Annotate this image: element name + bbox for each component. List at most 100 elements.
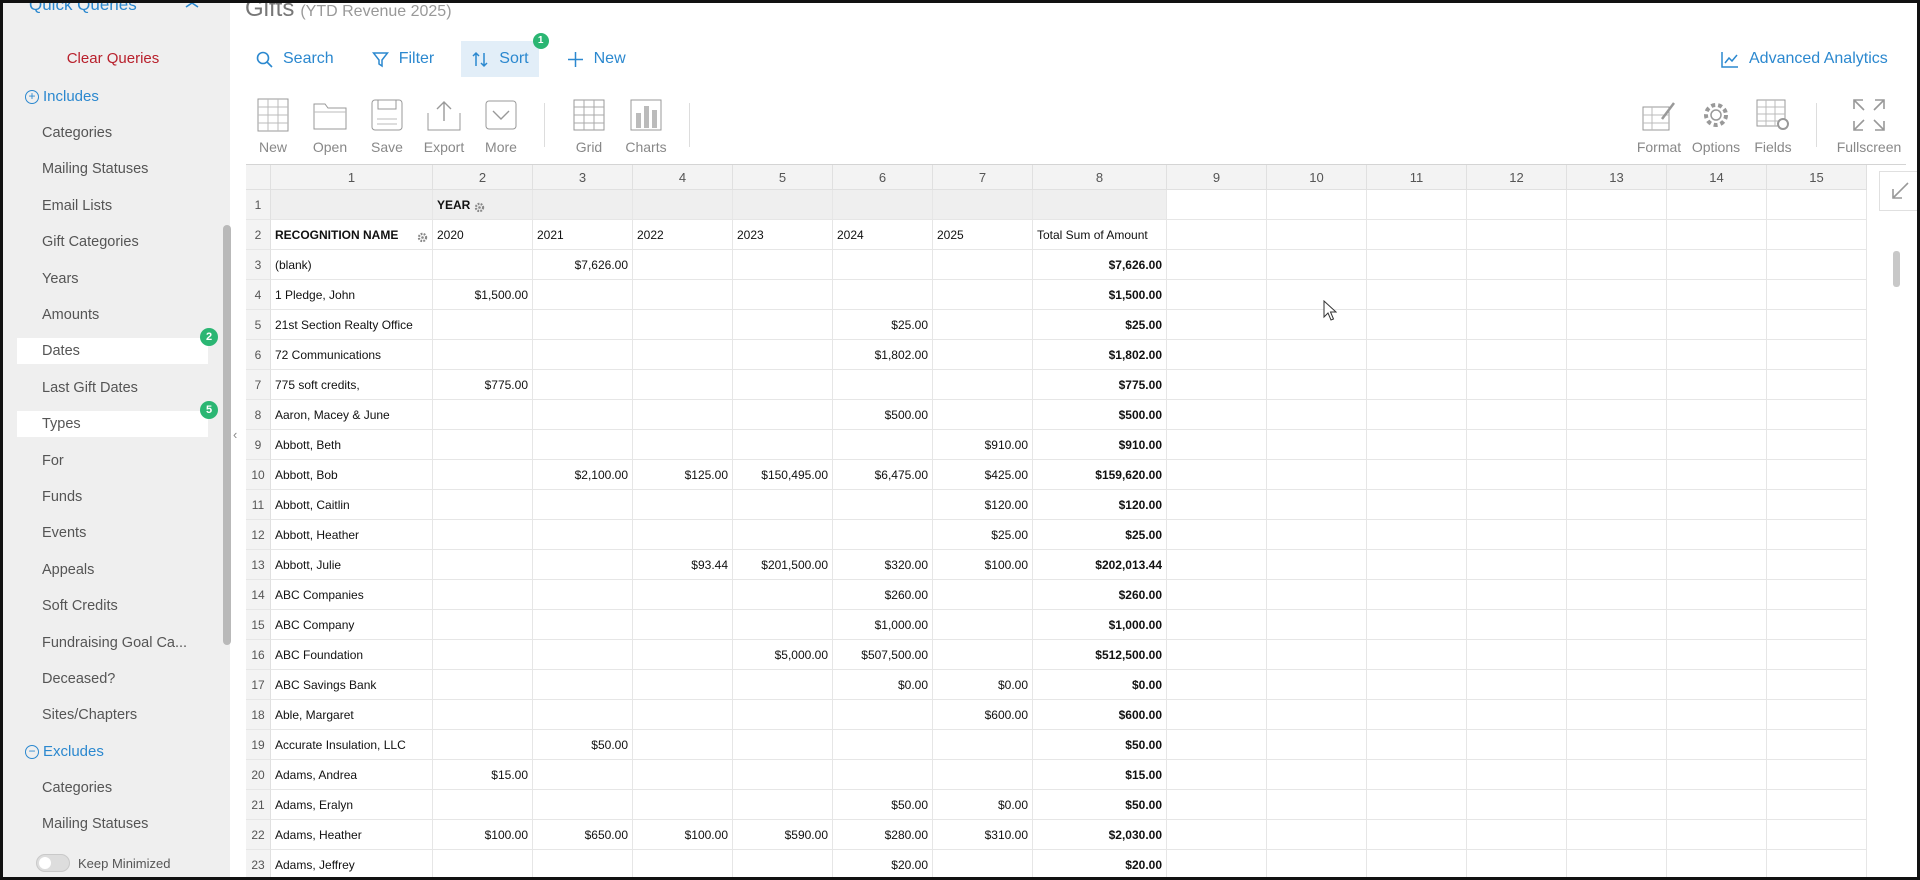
ribbon-more-button[interactable]: More (472, 95, 530, 155)
grid-cell[interactable] (1567, 760, 1667, 790)
amount-cell[interactable]: $260.00 (833, 580, 933, 610)
field-settings-gear-icon[interactable] (474, 200, 485, 218)
column-header[interactable]: 10 (1267, 165, 1367, 190)
amount-cell[interactable]: $150,495.00 (733, 460, 833, 490)
grid-cell[interactable] (1667, 610, 1767, 640)
row-total-cell[interactable]: $15.00 (1033, 760, 1167, 790)
grid-cell[interactable] (1467, 310, 1567, 340)
grid-cell[interactable] (1167, 190, 1267, 220)
grid-cell[interactable] (1367, 640, 1467, 670)
row-number[interactable]: 1 (246, 190, 271, 220)
sidebar-include-item[interactable]: Dates (17, 338, 208, 365)
grid-cell[interactable] (1167, 280, 1267, 310)
amount-cell[interactable]: $20.00 (833, 850, 933, 877)
amount-cell[interactable] (933, 370, 1033, 400)
grid-cell[interactable] (1667, 490, 1767, 520)
amount-cell[interactable] (533, 280, 633, 310)
grid-cell[interactable] (1267, 340, 1367, 370)
amount-cell[interactable] (733, 400, 833, 430)
grid-cell[interactable] (1367, 730, 1467, 760)
amount-cell[interactable]: $0.00 (833, 670, 933, 700)
amount-cell[interactable] (633, 400, 733, 430)
amount-cell[interactable]: $7,626.00 (533, 250, 633, 280)
grid-cell[interactable] (1367, 190, 1467, 220)
grid-cell[interactable] (1667, 400, 1767, 430)
grid-cell[interactable] (1767, 370, 1867, 400)
grid-cell[interactable] (1567, 400, 1667, 430)
amount-cell[interactable] (633, 250, 733, 280)
ribbon-fullscreen-button[interactable]: Fullscreen (1836, 95, 1902, 155)
grid-cell[interactable] (1667, 730, 1767, 760)
amount-cell[interactable] (633, 790, 733, 820)
row-total-cell[interactable]: $1,000.00 (1033, 610, 1167, 640)
row-total-cell[interactable]: $25.00 (1033, 310, 1167, 340)
grid-cell[interactable] (1267, 730, 1367, 760)
grid-cell[interactable] (1667, 310, 1767, 340)
row-total-cell[interactable]: $910.00 (1033, 430, 1167, 460)
amount-cell[interactable] (533, 400, 633, 430)
grid-cell[interactable] (1767, 670, 1867, 700)
grid-cell[interactable] (1367, 610, 1467, 640)
grid-cell[interactable] (1367, 670, 1467, 700)
field-settings-gear-icon[interactable] (417, 230, 428, 248)
amount-cell[interactable] (633, 340, 733, 370)
grid-cell[interactable] (1667, 550, 1767, 580)
grid-cell[interactable] (1567, 790, 1667, 820)
amount-cell[interactable] (533, 490, 633, 520)
row-number[interactable]: 13 (246, 550, 271, 580)
amount-cell[interactable]: $201,500.00 (733, 550, 833, 580)
recognition-name-cell[interactable]: Abbott, Julie (271, 550, 433, 580)
amount-cell[interactable]: $120.00 (933, 490, 1033, 520)
amount-cell[interactable] (933, 760, 1033, 790)
grid-cell[interactable] (1667, 640, 1767, 670)
grid-cell[interactable] (1367, 430, 1467, 460)
amount-cell[interactable]: $50.00 (833, 790, 933, 820)
row-number[interactable]: 10 (246, 460, 271, 490)
year-column-header[interactable]: 2024 (833, 220, 933, 250)
column-header[interactable]: 2 (433, 165, 533, 190)
sidebar-include-item[interactable]: Appeals (17, 557, 208, 583)
grid-cell[interactable] (1467, 520, 1567, 550)
column-header[interactable]: 14 (1667, 165, 1767, 190)
amount-cell[interactable] (533, 610, 633, 640)
amount-cell[interactable] (433, 700, 533, 730)
amount-cell[interactable] (933, 730, 1033, 760)
amount-cell[interactable]: $125.00 (633, 460, 733, 490)
amount-cell[interactable] (733, 430, 833, 460)
sidebar-include-item[interactable]: For (17, 448, 208, 474)
amount-cell[interactable]: $910.00 (933, 430, 1033, 460)
row-total-cell[interactable]: $25.00 (1033, 520, 1167, 550)
grid-cell[interactable] (1367, 280, 1467, 310)
grid-cell[interactable] (1267, 550, 1367, 580)
grid-cell[interactable] (1567, 280, 1667, 310)
ribbon-export-button[interactable]: Export (415, 95, 473, 155)
grid-cell[interactable] (1767, 460, 1867, 490)
grid-cell[interactable] (1367, 490, 1467, 520)
amount-cell[interactable] (833, 730, 933, 760)
sidebar-include-item[interactable]: Funds (17, 484, 208, 510)
amount-cell[interactable]: $93.44 (633, 550, 733, 580)
amount-cell[interactable] (533, 550, 633, 580)
grid-cell[interactable] (1667, 220, 1767, 250)
grid-cell[interactable] (1467, 340, 1567, 370)
recognition-name-cell[interactable]: ABC Companies (271, 580, 433, 610)
amount-cell[interactable] (433, 460, 533, 490)
grid-cell[interactable] (1767, 790, 1867, 820)
recognition-name-cell[interactable]: Abbott, Beth (271, 430, 433, 460)
row-total-cell[interactable]: $159,620.00 (1033, 460, 1167, 490)
row-number[interactable]: 4 (246, 280, 271, 310)
amount-cell[interactable]: $100.00 (433, 820, 533, 850)
grid-cell[interactable] (1467, 730, 1567, 760)
amount-cell[interactable] (733, 700, 833, 730)
grid-cell[interactable] (1767, 550, 1867, 580)
amount-cell[interactable] (933, 340, 1033, 370)
recognition-name-cell[interactable]: (blank) (271, 250, 433, 280)
amount-cell[interactable] (433, 850, 533, 877)
sidebar-include-item[interactable]: Categories (17, 120, 208, 146)
grid-cell[interactable] (1567, 490, 1667, 520)
grid-cell[interactable] (1767, 520, 1867, 550)
grid-cell[interactable] (1567, 850, 1667, 877)
column-header[interactable]: 8 (1033, 165, 1167, 190)
amount-cell[interactable] (733, 580, 833, 610)
sidebar-include-item[interactable]: Fundraising Goal Ca... (17, 630, 208, 656)
